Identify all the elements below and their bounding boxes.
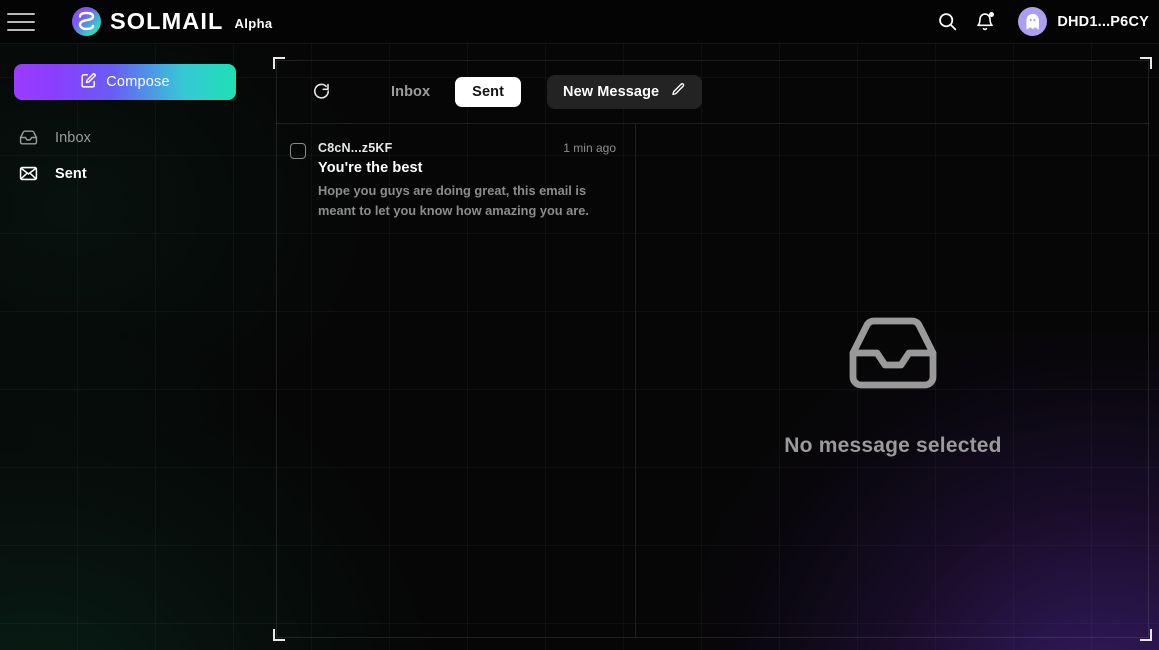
refresh-button[interactable] — [308, 79, 334, 105]
message-preview: Hope you guys are doing great, this emai… — [318, 183, 589, 219]
panel-toolbar: Inbox Sent New Message — [276, 60, 1149, 124]
message-subject: You're the best — [318, 160, 423, 176]
hamburger-line — [7, 28, 35, 31]
message-list-item[interactable]: C8cN...z5KF 1 min ago You're the best Ho… — [276, 124, 635, 242]
pencil-icon — [670, 82, 686, 102]
header-actions: DHD1...P6CY — [928, 3, 1159, 41]
hamburger-line — [7, 12, 35, 15]
brand-logo[interactable]: SOLMAIL Alpha — [72, 7, 273, 36]
hamburger-line — [7, 20, 35, 23]
tab-inbox[interactable]: Inbox — [374, 77, 447, 107]
message-timestamp: 1 min ago — [563, 141, 616, 155]
message-content: C8cN...z5KF 1 min ago You're the best Ho… — [318, 141, 616, 221]
notification-badge-dot — [989, 11, 995, 17]
compose-label: Compose — [106, 74, 170, 90]
sidebar-nav: Inbox Sent — [14, 124, 238, 187]
message-meta-row: C8cN...z5KF 1 min ago — [318, 141, 616, 155]
new-message-label: New Message — [563, 83, 660, 100]
brand-alpha-tag: Alpha — [234, 16, 273, 31]
hamburger-menu-icon[interactable] — [7, 12, 35, 31]
avatar[interactable] — [1018, 7, 1048, 36]
sidebar-item-label: Sent — [55, 165, 87, 182]
sidebar: Compose Inbox Sent — [0, 44, 252, 650]
sidebar-item-sent[interactable]: Sent — [14, 160, 238, 187]
new-message-button[interactable]: New Message — [547, 74, 703, 109]
wallet-address[interactable]: DHD1...P6CY — [1057, 14, 1149, 30]
search-button[interactable] — [928, 3, 966, 41]
main-panel: Inbox Sent New Message C8cN...z5KF 1 min — [273, 57, 1152, 641]
message-sender: C8cN...z5KF — [318, 141, 393, 155]
message-list: C8cN...z5KF 1 min ago You're the best Ho… — [276, 124, 636, 638]
brand-name: SOLMAIL — [110, 7, 224, 34]
tab-sent[interactable]: Sent — [455, 76, 521, 107]
solmail-logo-icon — [72, 7, 101, 36]
sidebar-item-inbox[interactable]: Inbox — [14, 124, 238, 151]
inbox-tray-icon — [19, 128, 38, 147]
app-root: SOLMAIL Alpha DHD1...P6CY Compose Inbox … — [0, 0, 1159, 650]
app-header: SOLMAIL Alpha DHD1...P6CY — [0, 0, 1159, 44]
message-checkbox[interactable] — [290, 143, 306, 159]
envelope-icon — [19, 164, 38, 183]
edit-pencil-icon — [80, 72, 97, 92]
sidebar-item-label: Inbox — [55, 129, 91, 146]
compose-button[interactable]: Compose — [14, 64, 236, 100]
notifications-button[interactable] — [966, 3, 1004, 41]
inbox-tray-icon — [845, 305, 941, 406]
message-detail-pane: No message selected — [637, 124, 1149, 638]
empty-state-text: No message selected — [784, 433, 1002, 457]
